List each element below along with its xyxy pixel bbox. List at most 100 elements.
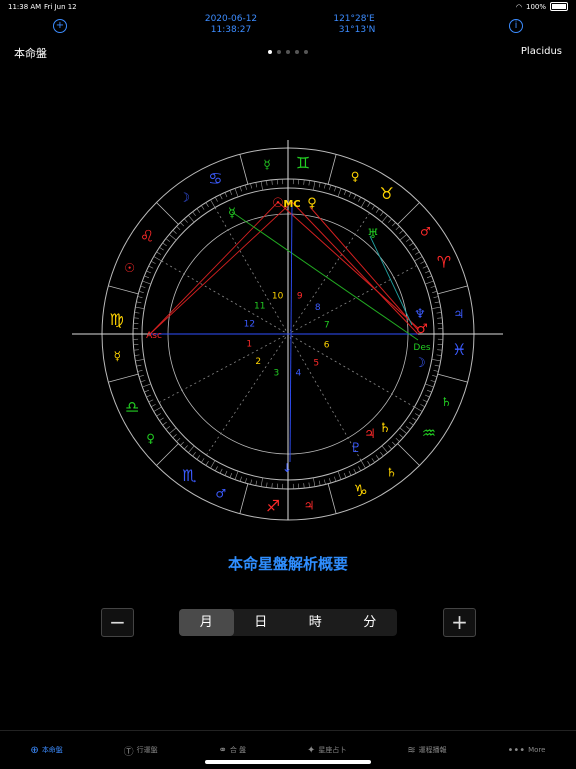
add-chart-button[interactable]: + (53, 19, 67, 33)
segment-day[interactable]: 日 (234, 609, 289, 636)
house-cusp-line (291, 336, 414, 407)
degree-tick (134, 350, 139, 351)
page-title: 本命盤 (14, 45, 47, 61)
tab-more[interactable]: ••• More (507, 745, 545, 756)
natal-chart-icon: ⊕ (30, 745, 38, 756)
degree-tick (135, 307, 144, 309)
more-icon: ••• (507, 745, 525, 756)
pluto-planet: ♇ (350, 441, 362, 456)
venus-planet: ♀ (307, 196, 317, 211)
chart-latitude: 31°13'N (326, 25, 382, 36)
degree-tick (230, 190, 232, 195)
natal-chart-wheel[interactable]: ♋♌♍♎♏♐♑♒♓♈♉♊ ☽☉☿♀♂♃♄♄♃♂♀☿ 12345678910111… (0, 120, 576, 550)
degree-tick (225, 471, 227, 476)
transit-icon: Ⓣ (124, 743, 134, 758)
zodiac-sign-glyph: ♓ (452, 340, 466, 359)
tab-transit[interactable]: Ⓣ 行運盤 (124, 743, 158, 758)
ruler-glyph: ☿ (263, 157, 270, 171)
increment-button[interactable]: + (443, 608, 476, 637)
degree-tick (211, 460, 216, 468)
tab-horoscope[interactable]: ≋ 運程播報 (407, 745, 446, 756)
segment-month[interactable]: 月 (179, 609, 234, 636)
house-number: 5 (313, 358, 319, 368)
zodiac-sign-glyph: ♊ (296, 154, 310, 173)
degree-tick (180, 442, 183, 446)
ruler-glyph: ☿ (114, 349, 121, 363)
degree-tick (388, 445, 391, 449)
info-button[interactable]: i (509, 19, 523, 33)
degree-tick (437, 318, 442, 319)
house-cusp-line (292, 265, 417, 332)
degree-tick (138, 297, 143, 298)
page-dot (277, 50, 281, 54)
degree-tick (141, 286, 146, 288)
plus-icon: + (56, 20, 64, 31)
decrement-button[interactable]: − (101, 608, 134, 637)
tab-divination[interactable]: ✦ 星座占卜 (307, 745, 346, 756)
house-number: 8 (315, 303, 321, 313)
degree-tick (180, 223, 183, 227)
zodiac-sign-glyph: ♉ (379, 184, 393, 203)
degree-tick (358, 466, 360, 470)
degree-tick (272, 483, 273, 488)
degree-tick (313, 478, 315, 487)
tab-natal-chart[interactable]: ⊕ 本命盤 (30, 745, 62, 756)
zodiac-sign-glyph: ♌ (140, 226, 154, 245)
degree-tick (319, 481, 320, 486)
degree-tick (240, 187, 242, 192)
ruler-glyph: ♄ (386, 465, 397, 479)
degree-tick (349, 471, 351, 476)
tab-synastry[interactable]: ⚭ 合 盤 (219, 745, 247, 756)
sign-divider (398, 202, 420, 224)
degree-tick (396, 438, 400, 441)
degree-tick (163, 243, 167, 246)
degree-tick (266, 181, 267, 186)
segment-hour[interactable]: 時 (288, 609, 343, 636)
degree-tick (139, 375, 144, 376)
info-icon: i (515, 20, 518, 31)
page-dot (304, 50, 308, 54)
degree-tick (272, 180, 273, 185)
degree-tick (409, 422, 413, 425)
sign-divider (108, 286, 138, 294)
chart-longitude: 121°28'E (326, 14, 382, 25)
degree-tick (197, 209, 200, 213)
degree-tick (425, 395, 430, 397)
status-bar: 11:38 AM Fri Jun 12 ◠ 100% (0, 0, 576, 14)
datetime-display[interactable]: 2020-06-12 11:38:27 (196, 14, 266, 36)
zodiac-sign-glyph: ♎ (125, 398, 139, 417)
degree-tick (388, 219, 391, 223)
degree-tick (188, 446, 194, 453)
degree-tick (329, 478, 330, 483)
chart-time: 11:38:27 (196, 25, 266, 36)
degree-tick (435, 365, 440, 366)
degree-tick (177, 226, 181, 229)
degree-tick (177, 438, 181, 441)
ruler-glyph: ♀ (146, 432, 155, 446)
degree-tick (338, 471, 341, 479)
degree-tick (431, 380, 436, 382)
sign-divider (108, 374, 138, 382)
location-display[interactable]: 121°28'E 31°13'N (326, 14, 382, 36)
time-unit-segmented-control[interactable]: 月 日 時 分 (179, 609, 397, 636)
degree-tick (319, 182, 320, 187)
degree-tick (235, 188, 238, 196)
degree-tick (261, 478, 263, 487)
divination-icon: ✦ (307, 745, 315, 756)
house-number: 12 (244, 320, 255, 330)
natal-analysis-link[interactable]: 本命星盤解析概要 (0, 553, 576, 574)
degree-tick (344, 473, 346, 478)
home-indicator (205, 760, 371, 764)
degree-tick (157, 252, 161, 255)
ic-marker: ↓ (282, 461, 292, 475)
mars-planet: ♂ (416, 322, 428, 337)
ruler-glyph: ♄ (441, 395, 452, 409)
degree-tick (251, 184, 252, 189)
house-system-button[interactable]: Placidus (521, 46, 562, 57)
degree-tick (324, 184, 325, 189)
degree-tick (324, 480, 325, 485)
degree-tick (396, 226, 400, 229)
segment-minute[interactable]: 分 (343, 609, 398, 636)
page-indicator[interactable] (268, 50, 308, 54)
house-cusp-line (290, 213, 369, 331)
